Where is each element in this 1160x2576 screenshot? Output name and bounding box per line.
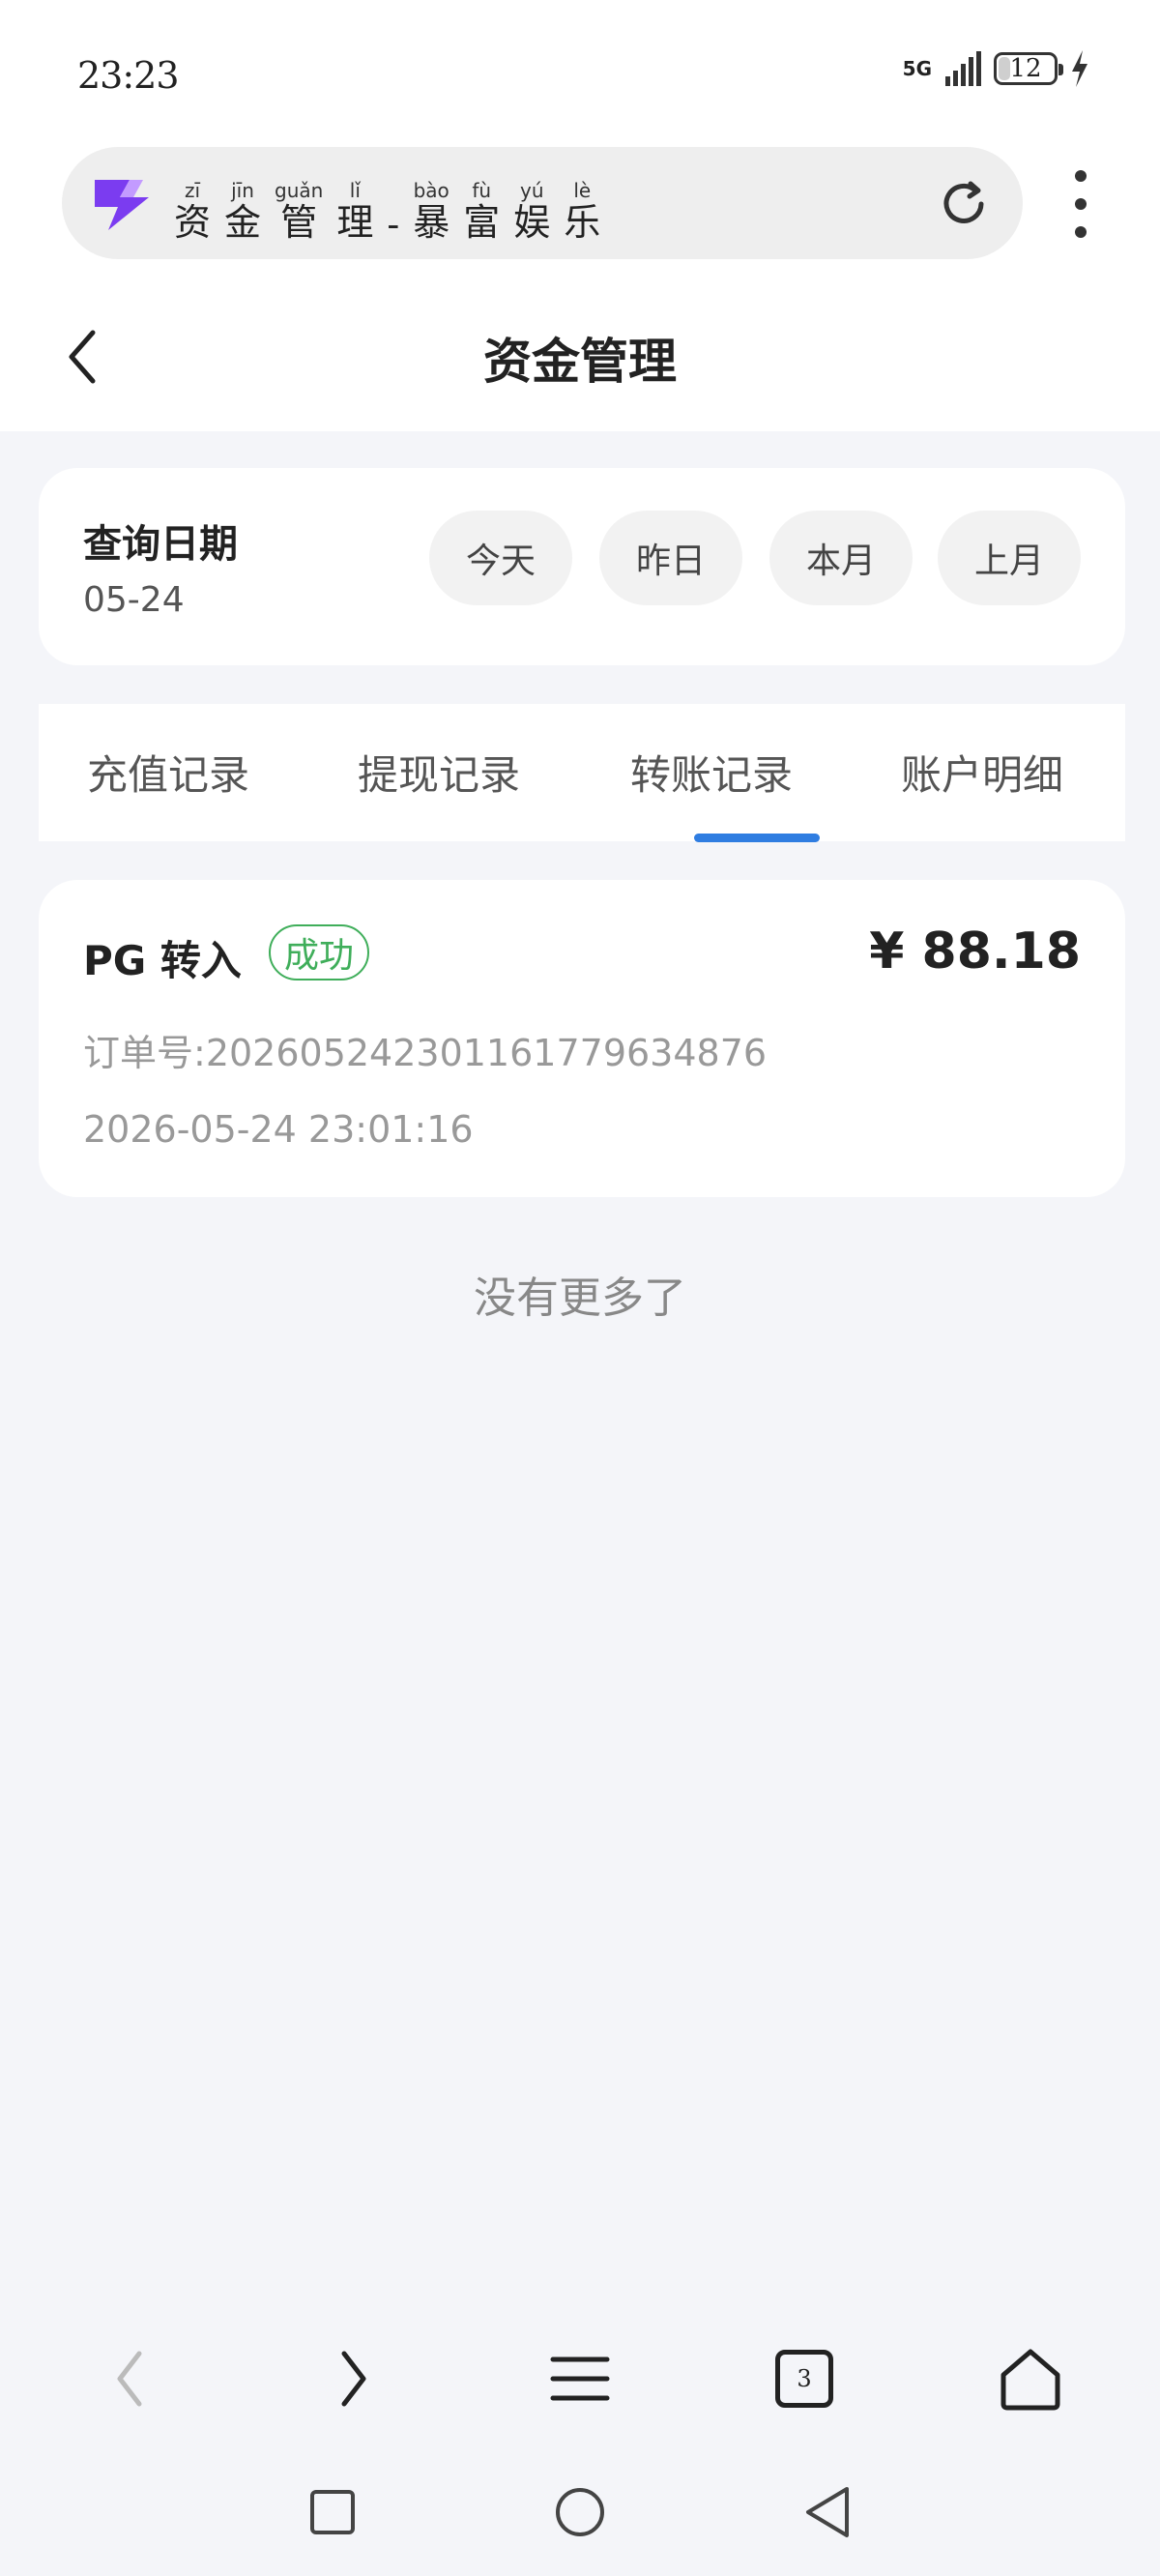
charging-icon	[1072, 50, 1088, 87]
date-chip-yesterday[interactable]: 昨日	[599, 511, 742, 605]
browser-bottom-nav: 3	[0, 2321, 1160, 2427]
home-icon	[1000, 2349, 1060, 2411]
system-back-button[interactable]	[798, 2483, 856, 2541]
status-time: 23:23	[77, 54, 180, 97]
tab-transfer-records[interactable]: 转账记录	[630, 743, 793, 802]
chevron-left-icon	[117, 2351, 142, 2407]
tab-account-details[interactable]: 账户明细	[901, 743, 1063, 802]
browser-home-button[interactable]	[992, 2340, 1069, 2417]
recent-apps-button[interactable]	[304, 2483, 362, 2541]
network-label: 5G	[902, 57, 932, 80]
browser-menu-button[interactable]	[541, 2340, 619, 2417]
circle-icon	[556, 2488, 604, 2536]
triangle-back-icon	[806, 2487, 849, 2537]
active-tab-indicator	[694, 834, 820, 842]
address-bar[interactable]: 资zī 金jīn 管guǎn 理lǐ - 暴bào 富fù 娱yú 乐lè	[62, 147, 1023, 259]
system-home-button[interactable]	[551, 2483, 609, 2541]
browser-forward-button[interactable]	[315, 2340, 392, 2417]
page-title: 资金管理	[483, 334, 677, 390]
record-title: PG 转入	[83, 937, 242, 984]
url-title-char: 乐lè	[564, 179, 601, 244]
record-amount: ¥ 88.18	[869, 922, 1081, 981]
browser-back-button[interactable]	[91, 2340, 168, 2417]
url-title-char: 娱yú	[513, 179, 551, 244]
url-title-char: 理lǐ	[336, 179, 374, 244]
url-title-char: 富fù	[463, 179, 501, 244]
date-chip-today[interactable]: 今天	[429, 511, 572, 605]
menu-icon	[550, 2356, 610, 2401]
browser-logo-icon	[95, 180, 149, 230]
date-chip-last-month[interactable]: 上月	[938, 511, 1081, 605]
url-title-char: 暴bào	[413, 179, 450, 244]
more-menu-icon[interactable]	[1063, 170, 1098, 238]
browser-tabs-button[interactable]: 3	[766, 2340, 843, 2417]
square-icon	[310, 2490, 355, 2534]
url-title-char: -	[387, 203, 400, 246]
url-title-char: 管guǎn	[275, 179, 324, 244]
battery-level: 12	[1009, 54, 1042, 83]
date-filter-label: 查询日期	[83, 522, 238, 567]
tab-count: 3	[775, 2350, 833, 2408]
page-url-title: 资zī 金jīn 管guǎn 理lǐ - 暴bào 富fù 娱yú 乐lè	[174, 179, 601, 246]
date-chip-this-month[interactable]: 本月	[769, 511, 913, 605]
order-number: 202605242301161779634876	[205, 1032, 768, 1074]
signal-icon	[945, 51, 981, 86]
record-time: 2026-05-24 23:01:16	[83, 1108, 474, 1151]
record-order: 订单号:202605242301161779634876	[83, 1023, 767, 1076]
tab-withdraw-records[interactable]: 提现记录	[358, 743, 520, 802]
reload-icon[interactable]	[938, 178, 990, 230]
order-label: 订单号:	[83, 1032, 206, 1074]
status-badge: 成功	[269, 924, 370, 981]
record-tabs: 充值记录 提现记录 转账记录 账户明细	[39, 704, 1125, 842]
chevron-right-icon	[341, 2351, 366, 2407]
status-icons: 5G 12	[903, 48, 1090, 89]
battery-icon: 12	[994, 52, 1063, 85]
record-item[interactable]: PG 转入 成功 ¥ 88.18 订单号:2026052423011617796…	[39, 880, 1125, 1197]
date-filter-value: 05-24	[83, 580, 185, 620]
url-title-char: 金jīn	[224, 179, 262, 244]
tab-recharge-records[interactable]: 充值记录	[87, 743, 249, 802]
url-title-char: 资zī	[174, 179, 212, 244]
date-filter-card: 查询日期 05-24 今天 昨日 本月 上月	[39, 468, 1125, 665]
list-end-text: 没有更多了	[474, 1273, 686, 1323]
